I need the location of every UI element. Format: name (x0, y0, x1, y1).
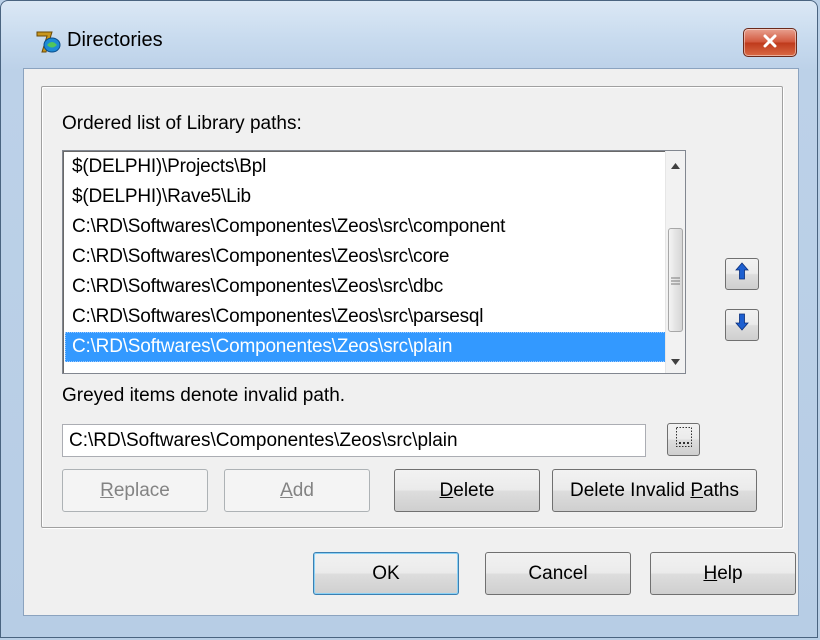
replace-accel: R (100, 479, 114, 501)
folder-browse-icon (675, 426, 693, 454)
invalid-path-hint: Greyed items denote invalid path. (62, 385, 346, 406)
cancel-label: Cancel (528, 562, 588, 584)
close-icon (762, 32, 778, 54)
scroll-up-arrow[interactable] (666, 154, 685, 174)
list-item[interactable]: C:\RD\Softwares\Componentes\Zeos\src\par… (65, 302, 666, 332)
library-paths-listbox[interactable]: $(DELPHI)\Projects\Bpl $(DELPHI)\Rave5\Li… (62, 150, 686, 374)
dialog-client-area: Ordered list of Library paths: $(DELPHI)… (23, 68, 799, 616)
list-item[interactable]: $(DELPHI)\Projects\Bpl (65, 152, 666, 182)
delphi-icon (35, 28, 61, 54)
list-item[interactable]: C:\RD\Softwares\Componentes\Zeos\src\cor… (65, 242, 666, 272)
window-title: Directories (67, 29, 163, 51)
list-item[interactable]: C:\RD\Softwares\Componentes\Zeos\src\pla… (65, 332, 666, 362)
add-label: dd (292, 479, 314, 501)
delete-invalid-label-rest: aths (703, 479, 739, 501)
help-button[interactable]: Help (650, 552, 796, 595)
scroll-up-icon (671, 153, 680, 175)
ok-button[interactable]: OK (313, 552, 459, 595)
library-paths-group: Ordered list of Library paths: $(DELPHI)… (41, 86, 783, 528)
list-item[interactable]: C:\RD\Softwares\Componentes\Zeos\src\com… (65, 212, 666, 242)
path-input[interactable] (62, 424, 646, 457)
move-up-button[interactable] (725, 258, 759, 290)
grip-icon (671, 269, 680, 291)
replace-button[interactable]: Replace (62, 469, 208, 512)
vertical-scrollbar[interactable] (665, 151, 685, 373)
close-button[interactable] (743, 28, 797, 57)
arrow-down-icon (735, 313, 749, 337)
delete-invalid-paths-button[interactable]: Delete Invalid Paths (552, 469, 757, 512)
scroll-thumb[interactable] (668, 228, 683, 332)
replace-label: eplace (113, 479, 170, 501)
list-item[interactable]: $(DELPHI)\Rave5\Lib (65, 182, 666, 212)
delete-button[interactable]: Delete (394, 469, 540, 512)
delete-accel: D (439, 479, 454, 501)
delete-invalid-accel: P (690, 479, 704, 501)
scroll-down-arrow[interactable] (666, 350, 685, 370)
delete-invalid-label-pre: Delete Invalid (569, 479, 691, 501)
move-down-button[interactable] (725, 309, 759, 341)
help-label: elp (717, 562, 743, 584)
scroll-down-icon (671, 349, 680, 371)
add-accel: A (280, 479, 293, 501)
add-button[interactable]: Add (224, 469, 370, 512)
directories-dialog: Directories Ordered list of Library path… (0, 0, 818, 638)
delete-label: elete (453, 479, 495, 501)
list-label: Ordered list of Library paths: (62, 113, 302, 134)
list-items: $(DELPHI)\Projects\Bpl $(DELPHI)\Rave5\Li… (65, 152, 666, 362)
arrow-up-icon (735, 262, 749, 286)
browse-button[interactable] (667, 423, 700, 456)
help-accel: H (703, 562, 718, 584)
list-item[interactable]: C:\RD\Softwares\Componentes\Zeos\src\dbc (65, 272, 666, 302)
ok-label: OK (372, 562, 400, 584)
cancel-button[interactable]: Cancel (485, 552, 631, 595)
title-bar[interactable]: Directories (1, 1, 817, 61)
